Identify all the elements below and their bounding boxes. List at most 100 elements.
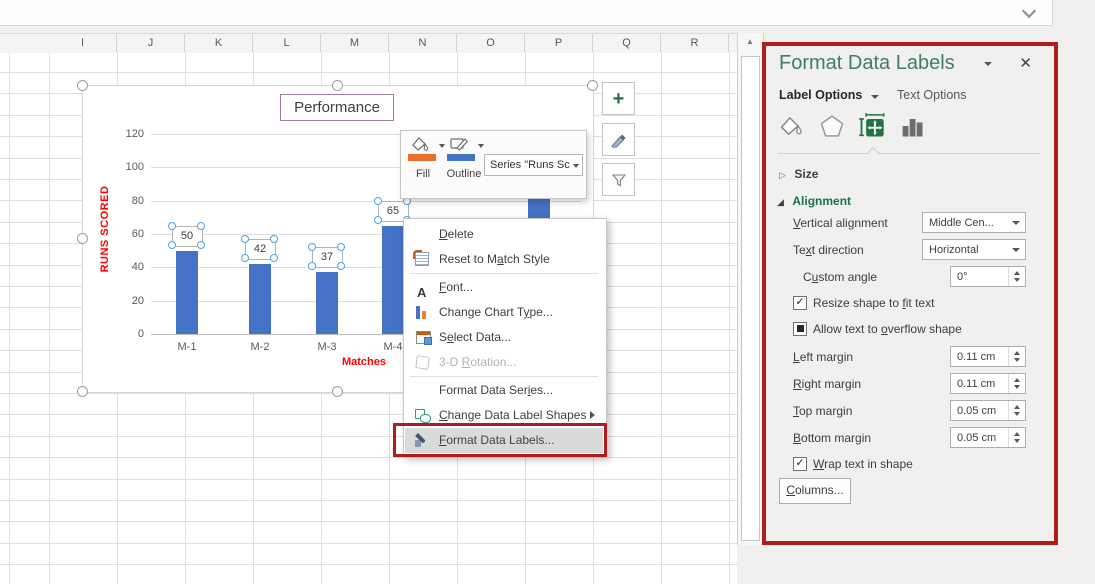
selection-handle[interactable] (197, 222, 205, 230)
chart-frame-handle[interactable] (587, 80, 598, 91)
column-header-row: IJKLMNOPQR (0, 33, 737, 54)
chevron-down-icon[interactable] (1022, 4, 1036, 18)
menu-item-font[interactable]: Font... (405, 275, 603, 300)
chart-frame-handle[interactable] (77, 80, 88, 91)
outline-dropdown-caret-icon[interactable] (478, 144, 484, 148)
chart-element-selector[interactable]: Series "Runs Sc (484, 154, 583, 176)
selection-handle[interactable] (241, 254, 249, 262)
spin-down-icon[interactable] (1014, 278, 1020, 282)
bar-M-1[interactable] (176, 251, 198, 334)
scrollbar-thumb[interactable] (741, 56, 760, 541)
selection-handle[interactable] (241, 235, 249, 243)
column-header-R[interactable]: R (661, 34, 729, 52)
chart-frame-handle[interactable] (332, 80, 343, 91)
section-alignment[interactable]: ◢ Alignment (777, 192, 851, 210)
fill-dropdown-caret-icon[interactable] (439, 144, 445, 148)
chart-frame-handle[interactable] (332, 386, 343, 397)
resize-shape-checkbox[interactable]: ✓ (793, 296, 807, 310)
columns-button[interactable]: Columns... (779, 478, 851, 504)
outline-button-label[interactable]: Outline (441, 168, 487, 180)
section-size[interactable]: ▷ Size (779, 165, 818, 183)
fill-line-icon[interactable] (777, 112, 807, 142)
menu-item-format-data-series[interactable]: Format Data Series... (405, 378, 603, 403)
column-header-K[interactable]: K (185, 34, 253, 52)
x-axis-title[interactable]: Matches (323, 356, 405, 368)
y-tick-label: 0 (110, 328, 144, 340)
column-header-I[interactable]: I (49, 34, 117, 52)
bar-M-3[interactable] (316, 272, 338, 334)
fill-color-swatch[interactable] (408, 154, 436, 161)
menu-item-3d-rotation[interactable]: 3-D Rotation... (405, 350, 603, 375)
vertical-alignment-dropdown[interactable]: Middle Cen... (922, 212, 1026, 233)
menu-item-label: Reset to Match Style (439, 247, 550, 272)
selection-handle[interactable] (168, 241, 176, 249)
pane-options-caret-icon[interactable] (984, 62, 992, 66)
chart-frame-handle[interactable] (77, 233, 88, 244)
selection-handle[interactable] (308, 262, 316, 270)
scroll-up-arrow-icon[interactable]: ▲ (738, 37, 762, 46)
menu-item-label: Delete (439, 222, 474, 247)
column-header-P[interactable]: P (525, 34, 593, 52)
selection-handle[interactable] (374, 216, 382, 224)
menu-item-delete[interactable]: Delete (405, 222, 603, 247)
gridline (0, 436, 737, 437)
column-header-Q[interactable]: Q (593, 34, 661, 52)
menu-item-select-data[interactable]: Select Data... (405, 325, 603, 350)
tab-label-options[interactable]: Label Options (779, 88, 879, 102)
menu-item-label: Font... (439, 275, 473, 300)
bar-M-4[interactable] (382, 226, 404, 334)
selection-handle[interactable] (197, 241, 205, 249)
bottom-margin-spinner[interactable]: 0.05 cm (950, 427, 1026, 448)
gridline (49, 53, 50, 584)
column-header-J[interactable]: J (117, 34, 185, 52)
wrap-text-checkbox[interactable]: ✓ (793, 457, 807, 471)
menu-item-change-data-label-shapes[interactable]: Change Data Label Shapes (405, 403, 603, 428)
column-header-N[interactable]: N (389, 34, 457, 52)
submenu-arrow-icon (590, 411, 595, 419)
chart-filters-button[interactable] (602, 163, 635, 196)
custom-angle-spinner[interactable]: 0° (950, 266, 1026, 287)
left-margin-spinner[interactable]: 0.11 cm (950, 346, 1026, 367)
column-header-O[interactable]: O (457, 34, 525, 52)
context-menu: DeleteReset to Match StyleFont...Change … (403, 218, 607, 457)
vertical-scrollbar[interactable]: ▲ (737, 33, 764, 545)
tab-text-options[interactable]: Text Options (897, 88, 966, 102)
selection-handle[interactable] (337, 262, 345, 270)
selection-handle[interactable] (337, 243, 345, 251)
selection-handle[interactable] (270, 254, 278, 262)
text-direction-dropdown[interactable]: Horizontal (922, 239, 1026, 260)
vertical-alignment-label: Vertical alignment (793, 216, 888, 230)
allow-overflow-checkbox[interactable] (793, 322, 807, 336)
gridline (151, 201, 581, 202)
chart-frame-handle[interactable] (77, 386, 88, 397)
resize-shape-label: Resize shape to fit text (813, 296, 934, 310)
top-margin-spinner[interactable]: 0.05 cm (950, 400, 1026, 421)
y-tick-label: 20 (110, 295, 144, 307)
right-margin-spinner[interactable]: 0.11 cm (950, 373, 1026, 394)
menu-separator (410, 376, 598, 377)
chart-elements-button[interactable]: + (602, 82, 635, 115)
x-tick-label: M-1 (165, 341, 209, 353)
chart-title[interactable]: Performance (280, 94, 394, 121)
selection-handle[interactable] (374, 197, 382, 205)
label-options-icon[interactable] (898, 112, 928, 142)
gridline (0, 414, 737, 415)
chart-styles-button[interactable] (602, 123, 635, 156)
selection-handle[interactable] (168, 222, 176, 230)
selection-handle[interactable] (270, 235, 278, 243)
outline-color-swatch[interactable] (447, 154, 475, 161)
text-direction-label: Text direction (793, 243, 864, 257)
column-header-L[interactable]: L (253, 34, 321, 52)
size-properties-icon[interactable] (858, 112, 888, 142)
fill-button-label[interactable]: Fill (403, 168, 443, 180)
column-header-M[interactable]: M (321, 34, 389, 52)
effects-icon[interactable] (818, 112, 848, 142)
close-icon[interactable]: ✕ (1019, 54, 1032, 72)
menu-item-format-data-labels[interactable]: Format Data Labels... (405, 428, 603, 453)
menu-item-reset-to-match-style[interactable]: Reset to Match Style (405, 247, 603, 272)
menu-item-change-chart-type[interactable]: Change Chart Type... (405, 300, 603, 325)
selection-handle[interactable] (308, 243, 316, 251)
mini-toolbar: Fill Outline Series "Runs Sc (400, 130, 587, 199)
spin-up-icon[interactable] (1014, 271, 1020, 275)
bar-M-2[interactable] (249, 264, 271, 334)
